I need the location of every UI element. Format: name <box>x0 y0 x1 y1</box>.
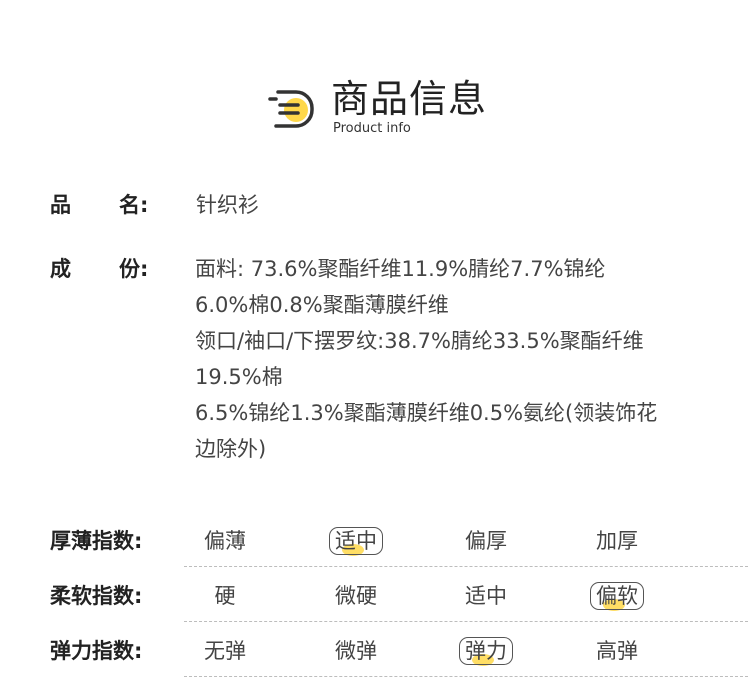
composition-line: 面料: 73.6%聚酯纤维11.9%腈纶7.7%锦纶 <box>195 257 606 281</box>
composition-line: 6.0%棉0.8%聚酯薄膜纤维 <box>195 293 449 317</box>
softness-index-row: 柔软指数: 硬 微硬 适中 偏软 <box>50 576 748 622</box>
product-name-label: 品名: <box>50 193 149 217</box>
composition-label: 成份: <box>50 257 149 281</box>
dashed-divider <box>184 676 748 677</box>
elasticity-index-label: 弹力指数: <box>50 639 143 663</box>
index-option-selected: 弹力 <box>446 631 526 671</box>
composition-text: 面料: 73.6%聚酯纤维11.9%腈纶7.7%锦纶 6.0%棉0.8%聚酯薄膜… <box>195 251 725 467</box>
index-option: 无弹 <box>204 639 246 663</box>
composition-line: 19.5%棉 <box>195 365 283 389</box>
softness-index-label: 柔软指数: <box>50 584 143 608</box>
index-option: 微硬 <box>335 584 377 608</box>
dashed-divider <box>184 621 748 622</box>
product-name-value: 针织衫 <box>196 193 259 217</box>
info-list-icon <box>268 90 314 128</box>
index-option: 硬 <box>214 584 236 608</box>
index-option: 适中 <box>465 584 507 608</box>
index-option: 微弹 <box>335 639 377 663</box>
section-title: 商品信息 <box>331 77 488 121</box>
thickness-index-label: 厚薄指数: <box>50 529 143 553</box>
index-option: 偏厚 <box>465 529 507 553</box>
section-subtitle: Product info <box>333 121 411 136</box>
index-option-selected: 偏软 <box>577 576 657 616</box>
index-option-selected: 适中 <box>316 521 396 561</box>
composition-line: 领口/袖口/下摆罗纹:38.7%腈纶33.5%聚酯纤维 <box>195 329 644 353</box>
index-option: 加厚 <box>596 529 638 553</box>
dashed-divider <box>184 566 748 567</box>
composition-line: 6.5%锦纶1.3%聚酯薄膜纤维0.5%氨纶(领装饰花 <box>195 401 658 425</box>
index-option: 高弹 <box>596 639 638 663</box>
index-option: 偏薄 <box>204 529 246 553</box>
section-header: 商品信息 Product info <box>0 0 750 150</box>
thickness-index-row: 厚薄指数: 偏薄 适中 偏厚 加厚 <box>50 521 748 567</box>
composition-line: 边除外) <box>195 437 267 461</box>
elasticity-index-row: 弹力指数: 无弹 微弹 弹力 高弹 <box>50 631 748 677</box>
